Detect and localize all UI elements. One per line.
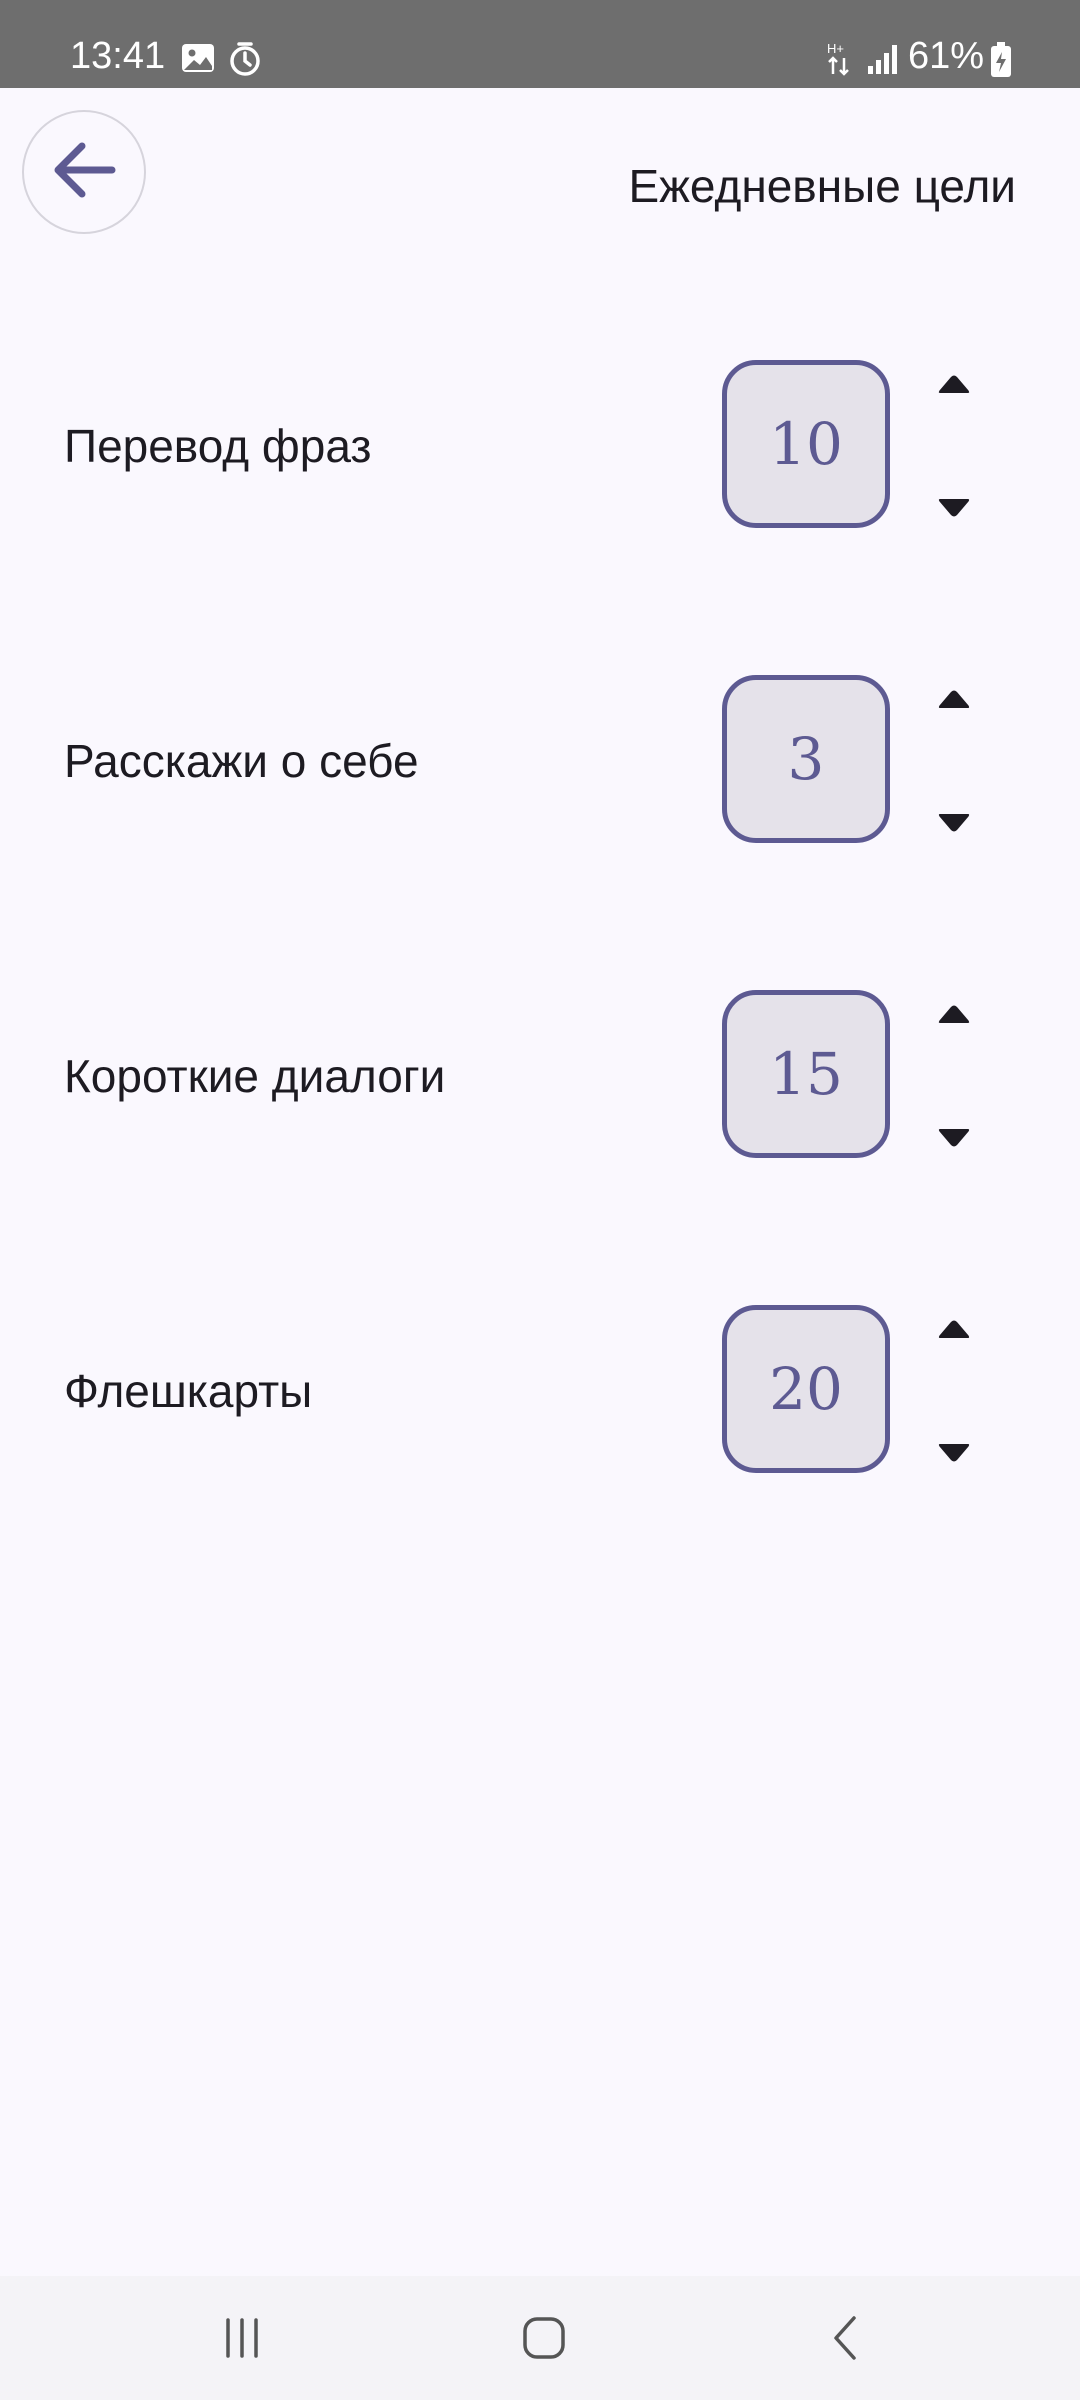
battery-charging-icon xyxy=(990,42,1012,83)
increase-button[interactable] xyxy=(928,994,980,1034)
nav-back-button[interactable] xyxy=(786,2298,906,2378)
triangle-up-icon xyxy=(938,375,970,393)
arrow-left-icon xyxy=(46,132,122,213)
alarm-icon xyxy=(226,40,264,83)
goal-count-field[interactable]: 15 xyxy=(722,990,890,1158)
signal-icon xyxy=(866,40,902,81)
triangle-down-icon xyxy=(938,1129,970,1147)
goal-row-phrase-translation: Перевод фраз 10 xyxy=(0,360,1080,530)
goal-label: Перевод фраз xyxy=(64,420,372,472)
increase-button[interactable] xyxy=(928,1309,980,1349)
home-icon xyxy=(523,2317,565,2359)
goal-row-short-dialogues: Короткие диалоги 15 xyxy=(0,990,1080,1160)
triangle-down-icon xyxy=(938,814,970,832)
decrease-button[interactable] xyxy=(928,1433,980,1473)
goal-count-field[interactable]: 3 xyxy=(722,675,890,843)
image-icon xyxy=(180,40,216,81)
page-title: Ежедневные цели xyxy=(628,160,1016,212)
status-time: 13:41 xyxy=(70,35,166,77)
recent-apps-button[interactable] xyxy=(182,2298,302,2378)
triangle-down-icon xyxy=(938,499,970,517)
goal-count-field[interactable]: 10 xyxy=(722,360,890,528)
increase-button[interactable] xyxy=(928,679,980,719)
goal-label: Флешкарты xyxy=(64,1365,313,1417)
increase-button[interactable] xyxy=(928,364,980,404)
decrease-button[interactable] xyxy=(928,803,980,843)
triangle-up-icon xyxy=(938,1005,970,1023)
goal-label: Короткие диалоги xyxy=(64,1050,446,1102)
goal-row-about-yourself: Расскажи о себе 3 xyxy=(0,675,1080,845)
decrease-button[interactable] xyxy=(928,488,980,528)
goal-label: Расскажи о себе xyxy=(64,735,419,787)
svg-text:H+: H+ xyxy=(827,41,844,56)
system-nav-bar xyxy=(0,2276,1080,2400)
triangle-up-icon xyxy=(938,690,970,708)
goal-row-flashcards: Флешкарты 20 xyxy=(0,1305,1080,1475)
status-bar: 13:41 H+ 61% xyxy=(0,0,1080,88)
recent-apps-icon xyxy=(226,2318,258,2358)
nav-back-icon xyxy=(834,2316,856,2360)
home-button[interactable] xyxy=(484,2298,604,2378)
decrease-button[interactable] xyxy=(928,1118,980,1158)
data-arrows-icon: H+ xyxy=(826,40,852,83)
back-button[interactable] xyxy=(22,110,146,234)
triangle-up-icon xyxy=(938,1320,970,1338)
goal-count-field[interactable]: 20 xyxy=(722,1305,890,1473)
battery-percent: 61% xyxy=(907,35,984,77)
triangle-down-icon xyxy=(938,1444,970,1462)
